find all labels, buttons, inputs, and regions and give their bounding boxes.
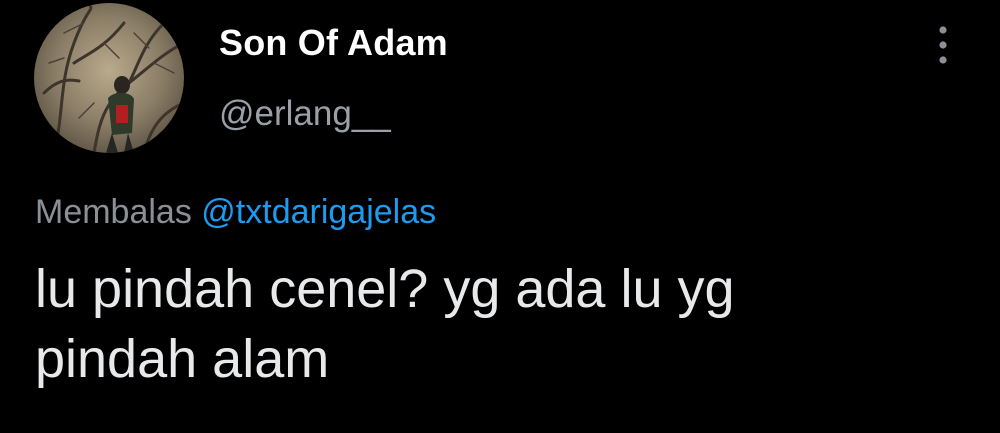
author-handle[interactable]: @erlang__ [219, 94, 391, 134]
avatar[interactable] [34, 3, 184, 153]
author-display-name[interactable]: Son Of Adam [219, 22, 448, 64]
reply-prefix: Membalas [35, 193, 192, 231]
reply-context: Membalas @txtdarigajelas [35, 193, 436, 232]
tweet-text: lu pindah cenel? yg ada lu yg pindah ala… [35, 259, 735, 389]
tweet-card: Son Of Adam @erlang__ Membalas @txtdarig… [0, 0, 1000, 433]
avatar-photo [34, 3, 184, 153]
more-options-button[interactable] [928, 22, 958, 68]
more-vertical-icon [939, 26, 947, 64]
reply-mention-link[interactable]: @txtdarigajelas [201, 193, 436, 231]
